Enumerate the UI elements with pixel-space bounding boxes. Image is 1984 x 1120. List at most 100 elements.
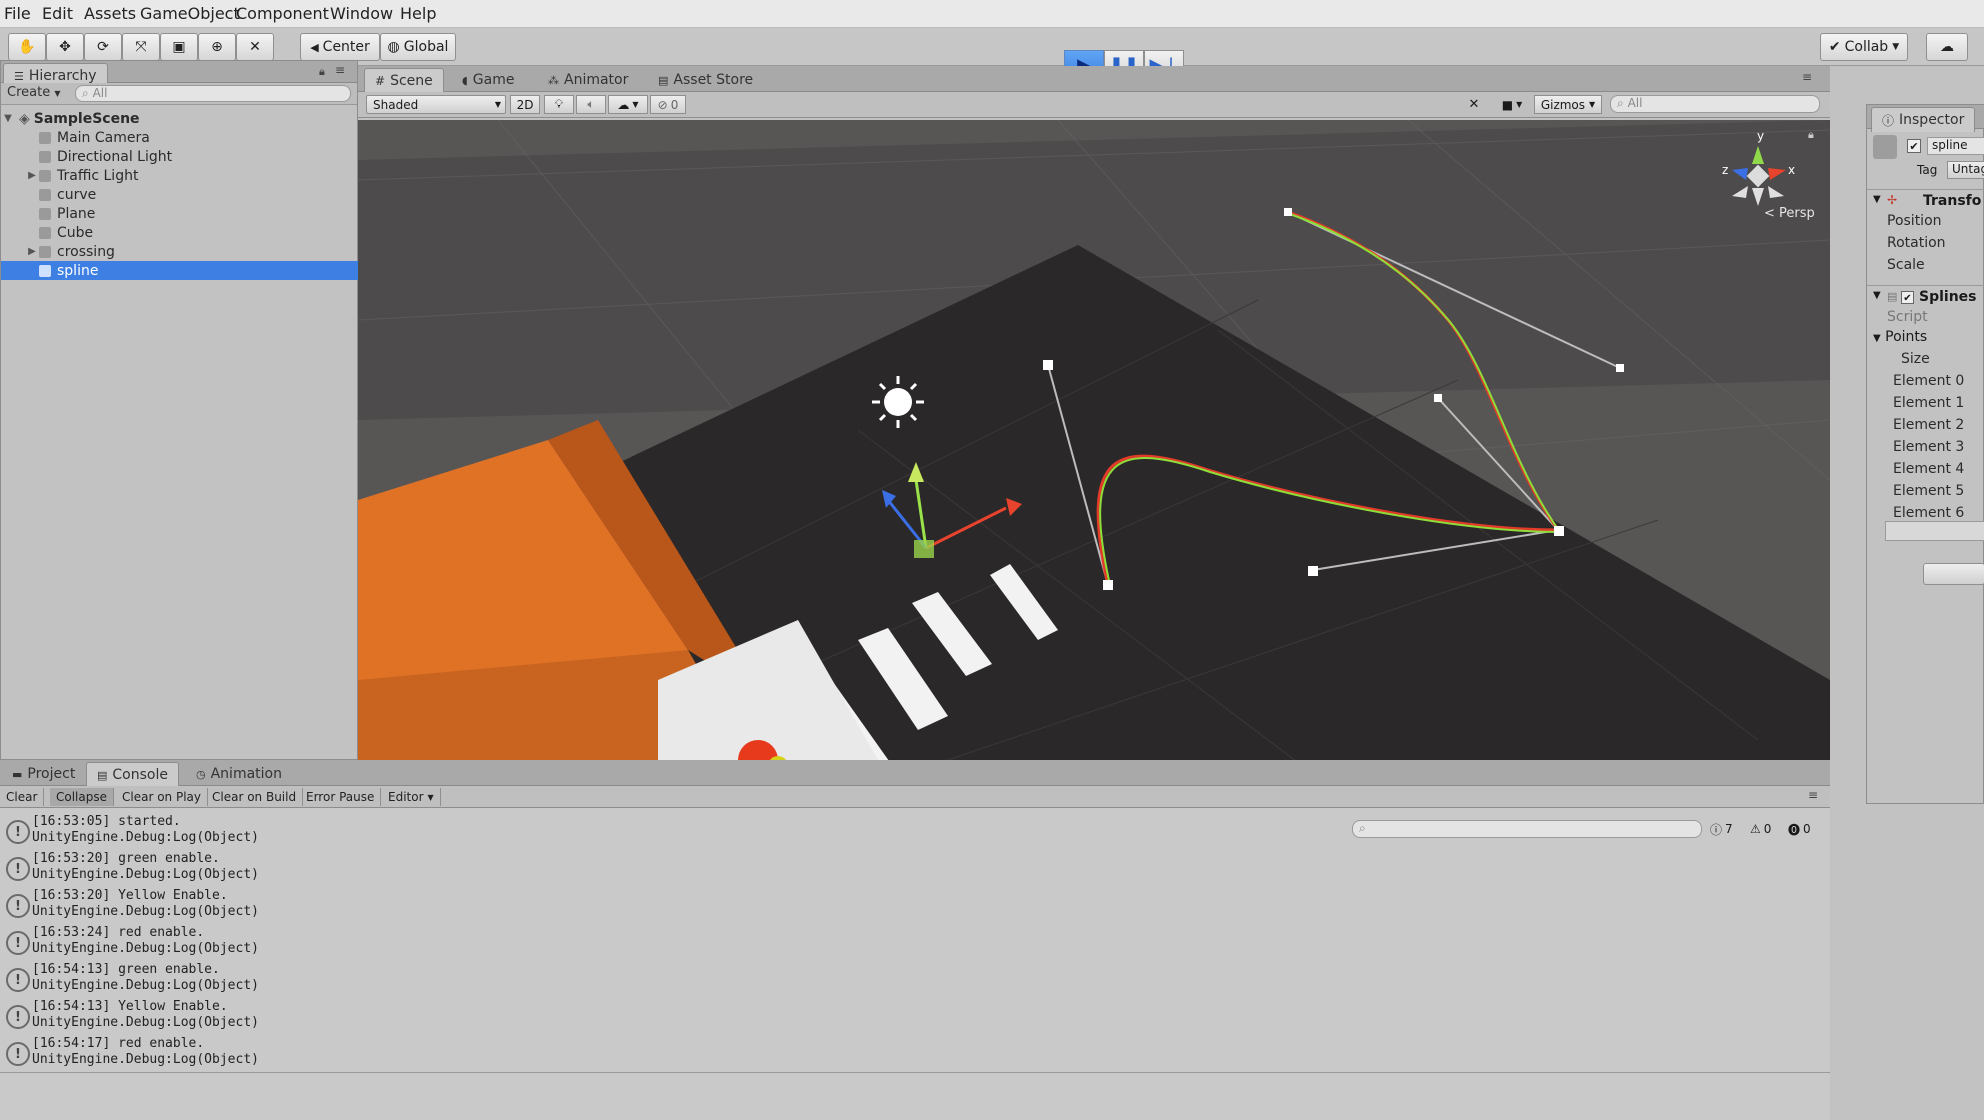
clear-on-build-toggle[interactable]: Clear on Build [206, 788, 304, 806]
bottom-tab-bar: ▬ Project ▤ Console ◷ Animation [0, 760, 1830, 787]
scene-root-row[interactable]: ▼ ◈ SampleScene [1, 109, 355, 128]
transform-header[interactable]: ▼ ✢ Transfo [1867, 189, 1984, 211]
tools-icon[interactable]: ✕ [1462, 95, 1486, 114]
hierarchy-item-crossing[interactable]: ▶ crossing [1, 242, 379, 261]
projection-toggle[interactable]: < Persp [1764, 206, 1815, 221]
lock-icon[interactable]: 🔒︎ [319, 65, 325, 79]
log-source: UnityEngine.Debug:Log(Object) [32, 830, 259, 845]
console-entry[interactable]: ! [16:54:17] red enable. UnityEngine.Deb… [0, 1034, 1820, 1070]
panel-menu-icon[interactable]: ≡ [1808, 788, 1818, 802]
scene-view[interactable]: y x z < Persp 🔒︎ [358, 120, 1830, 808]
console-entry[interactable]: ! [16:53:24] red enable. UnityEngine.Deb… [0, 923, 1820, 959]
chevron-down-icon[interactable]: ▼ [1, 113, 15, 124]
hierarchy-item-cube[interactable]: Cube [1, 223, 393, 242]
tab-game[interactable]: ◖ Game [452, 70, 524, 90]
hierarchy-item-curve[interactable]: curve [1, 185, 393, 204]
log-info-icon: ! [6, 1005, 30, 1029]
mode-2d-toggle[interactable]: 2D [510, 95, 540, 114]
object-name-field[interactable]: spline [1927, 137, 1984, 155]
hierarchy-item-main-camera[interactable]: Main Camera [1, 128, 393, 147]
console-entry[interactable]: ! [16:53:20] Yellow Enable. UnityEngine.… [0, 886, 1820, 922]
log-message: [16:54:13] Yellow Enable. [32, 999, 228, 1014]
spline-point[interactable] [1043, 360, 1053, 370]
points-label: Points [1885, 329, 1928, 345]
transform-icon[interactable]: ⊕ [198, 33, 236, 61]
panel-menu-icon[interactable]: ≡ [1802, 70, 1812, 84]
spline-point[interactable] [1284, 208, 1292, 216]
console-entry[interactable]: ! [16:54:13] Yellow Enable. UnityEngine.… [0, 997, 1820, 1033]
lock-icon[interactable]: 🔒︎ [1808, 128, 1814, 142]
scene-search-input[interactable]: ⌕ All [1610, 95, 1820, 113]
spline-point[interactable] [1434, 394, 1442, 402]
chevron-right-icon[interactable]: ▶ [25, 246, 39, 257]
panel-menu-icon[interactable]: ≡ [335, 63, 345, 77]
clear-button[interactable]: Clear [0, 788, 45, 806]
console-detail-divider[interactable] [0, 1072, 1830, 1073]
move-icon[interactable]: ✥ [46, 33, 84, 61]
gizmos-dropdown[interactable]: Gizmos ▼ [1534, 95, 1602, 114]
menu-window[interactable]: Window [330, 4, 393, 23]
pivot-center-button[interactable]: ◀ Center [300, 33, 380, 61]
hidden-objects-toggle[interactable]: ⊘ 0 [650, 95, 686, 114]
rotate-icon[interactable]: ⟳ [84, 33, 122, 61]
cloud-button[interactable]: ☁ [1926, 33, 1968, 61]
menu-component[interactable]: Component [236, 4, 329, 23]
shading-mode-dropdown[interactable]: Shaded ▼ [366, 95, 506, 114]
points-foldout[interactable]: ▼ Points [1873, 329, 1927, 345]
console-entry[interactable]: ! [16:53:20] green enable. UnityEngine.D… [0, 849, 1820, 885]
tab-animator[interactable]: ⁂ Animator [538, 70, 638, 90]
collapse-toggle[interactable]: Collapse [50, 788, 114, 806]
console-entry[interactable]: ! [16:54:13] green enable. UnityEngine.D… [0, 960, 1820, 996]
tab-console[interactable]: ▤ Console [86, 762, 179, 787]
pacman-icon: ◖ [462, 73, 468, 87]
points-add-field[interactable] [1885, 521, 1984, 541]
tab-project[interactable]: ▬ Project [2, 764, 85, 784]
tab-inspector[interactable]: ⓘ Inspector [1871, 107, 1976, 132]
clear-on-play-toggle[interactable]: Clear on Play [116, 788, 208, 806]
tab-animation[interactable]: ◷ Animation [186, 764, 292, 784]
spline-point[interactable] [1616, 364, 1624, 372]
error-pause-toggle[interactable]: Error Pause [300, 788, 382, 806]
hierarchy-item-label: Cube [57, 224, 94, 241]
menu-file[interactable]: File [4, 4, 31, 23]
element-0-label: Element 0 [1893, 373, 1965, 389]
editor-dropdown[interactable]: Editor ▼ [382, 788, 441, 806]
active-checkbox[interactable]: ✔ [1907, 139, 1921, 153]
hierarchy-item-directional-light[interactable]: Directional Light [1, 147, 393, 166]
create-dropdown[interactable]: Create ▼ [7, 85, 61, 100]
menu-gameobject[interactable]: GameObject [140, 4, 240, 23]
spline-point[interactable] [1308, 566, 1318, 576]
add-component-button[interactable] [1923, 563, 1984, 585]
camera-dropdown[interactable]: ■ ▼ [1492, 95, 1532, 114]
hierarchy-item-traffic-light[interactable]: ▶ Traffic Light [1, 166, 379, 185]
chevron-right-icon[interactable]: ▶ [25, 170, 39, 181]
hierarchy-item-spline[interactable]: spline [1, 261, 393, 280]
menu-assets[interactable]: Assets [84, 4, 136, 23]
splines-component-header[interactable]: ▼ ▤ ✔ Splines [1867, 285, 1984, 307]
console-entry[interactable]: ! [16:53:05] started. UnityEngine.Debug:… [0, 812, 1820, 848]
spline-point[interactable] [1554, 526, 1564, 536]
spline-point[interactable] [1103, 580, 1113, 590]
menu-edit[interactable]: Edit [42, 4, 73, 23]
rect-icon[interactable]: ▣ [160, 33, 198, 61]
tag-dropdown[interactable]: Untag [1947, 161, 1984, 179]
hierarchy-search-input[interactable]: ⌕ All [75, 85, 351, 102]
log-info-icon: ! [6, 857, 30, 881]
tab-hierarchy-label: Hierarchy [28, 68, 97, 84]
space-global-button[interactable]: ◍ Global [380, 33, 456, 61]
tab-scene[interactable]: # Scene [364, 68, 444, 93]
tab-asset-store[interactable]: ▤ Asset Store [648, 70, 763, 90]
scale-icon[interactable]: ⤧ [122, 33, 160, 61]
menu-help[interactable]: Help [400, 4, 436, 23]
custom-tool-icon[interactable]: ✕ [236, 33, 274, 61]
audio-toggle[interactable]: 🔈︎ [576, 95, 606, 114]
scene-canvas[interactable]: y x z [358, 120, 1830, 808]
hand-icon[interactable]: ✋ [8, 33, 46, 61]
effects-dropdown[interactable]: ☁ ▼ [608, 95, 648, 114]
axis-x-label: x [1788, 163, 1795, 177]
gameobject-icon [39, 226, 51, 239]
hierarchy-item-plane[interactable]: Plane [1, 204, 393, 223]
collab-button[interactable]: ✔ Collab ▼ [1820, 33, 1908, 61]
lighting-toggle[interactable]: 💡︎ [544, 95, 574, 114]
component-enabled-checkbox[interactable]: ✔ [1901, 291, 1914, 304]
